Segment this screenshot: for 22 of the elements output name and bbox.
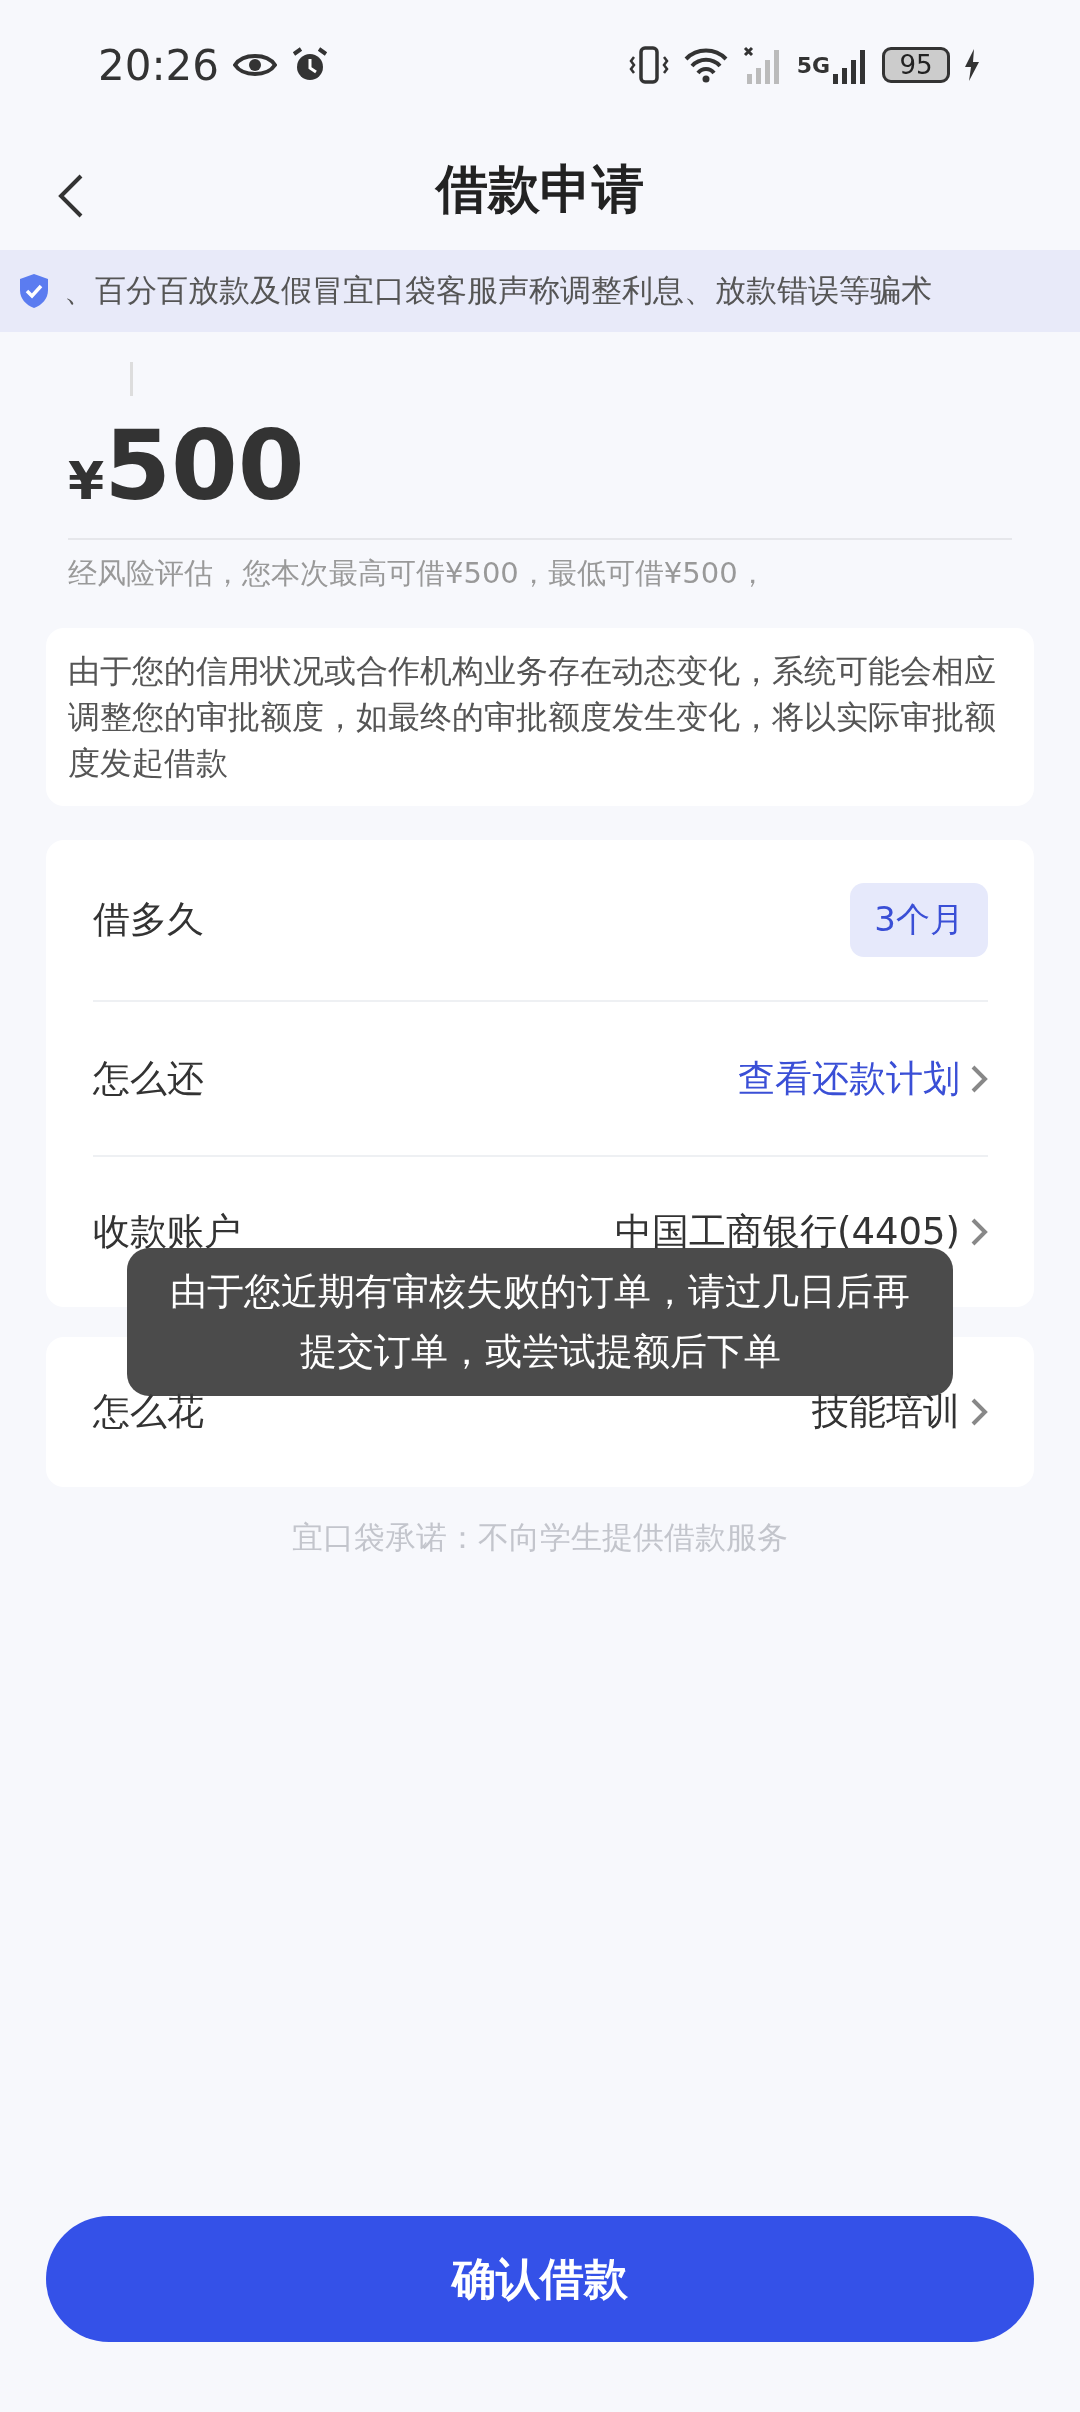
vibrate-icon	[628, 45, 669, 85]
battery-level: 95	[882, 47, 950, 83]
confirm-loan-button[interactable]: 确认借款	[46, 2216, 1034, 2342]
chevron-icon	[970, 1397, 988, 1427]
wifi-icon	[682, 47, 729, 83]
back-icon[interactable]	[58, 174, 84, 218]
repayment-plan-link[interactable]: 查看还款计划	[738, 1053, 960, 1104]
row-label: 借多久	[93, 897, 204, 943]
disclaimer-text: 由于您的信用状况或合作机构业务存在动态变化，系统可能会相应调整您的审批额度，如最终的审批额度发生变化，将以实际审批额度发起借款	[68, 651, 997, 784]
chevron-icon	[970, 1217, 988, 1247]
notice-text: 、百分百放款及假冒宜口袋客服声称调整利息、放款错误等骗术	[64, 271, 932, 310]
shield-check-icon	[18, 273, 50, 309]
network-label: 5G	[796, 52, 830, 78]
charging-icon	[964, 49, 980, 81]
page-title: 借款申请	[436, 158, 644, 221]
limit-hint: 经风险评估，您本次最高可借¥500，最低可借¥500，	[68, 555, 768, 592]
row-label: 怎么还	[93, 1055, 204, 1102]
eye-icon	[233, 51, 278, 79]
status-time: 20:26	[98, 40, 220, 90]
term-chip[interactable]: 3个月	[850, 883, 988, 957]
amount-field[interactable]: ¥500	[68, 410, 1012, 540]
chevron-icon	[970, 1063, 988, 1094]
